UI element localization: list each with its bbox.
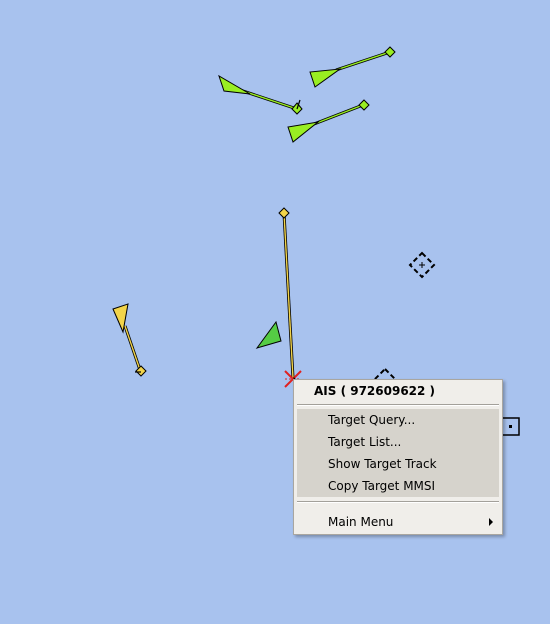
ais-target-4[interactable] bbox=[112, 303, 147, 377]
ais-target-2[interactable] bbox=[309, 46, 396, 88]
menu-separator bbox=[297, 501, 499, 503]
ais-target-1[interactable] bbox=[218, 74, 303, 115]
aton-icon[interactable] bbox=[408, 251, 436, 279]
menu-title: AIS ( 972609622 ) bbox=[314, 384, 436, 398]
main-menu-label: Main Menu bbox=[328, 515, 394, 529]
menu-separator bbox=[297, 404, 499, 406]
selected-target-track[interactable] bbox=[278, 207, 295, 379]
menu-item-copy-target-mmsi[interactable]: Copy Target MMSI bbox=[297, 475, 499, 497]
submenu-arrow-icon bbox=[489, 518, 493, 526]
square-marker-icon[interactable] bbox=[501, 417, 520, 436]
context-menu: AIS ( 972609622 ) Target Query... Target… bbox=[293, 379, 503, 535]
menu-item-main-menu[interactable]: Main Menu bbox=[297, 511, 499, 533]
menu-item-show-target-track[interactable]: Show Target Track bbox=[297, 453, 499, 475]
ais-target-5[interactable] bbox=[255, 320, 282, 349]
menu-item-target-query[interactable]: Target Query... bbox=[297, 409, 499, 431]
menu-item-target-list[interactable]: Target List... bbox=[297, 431, 499, 453]
